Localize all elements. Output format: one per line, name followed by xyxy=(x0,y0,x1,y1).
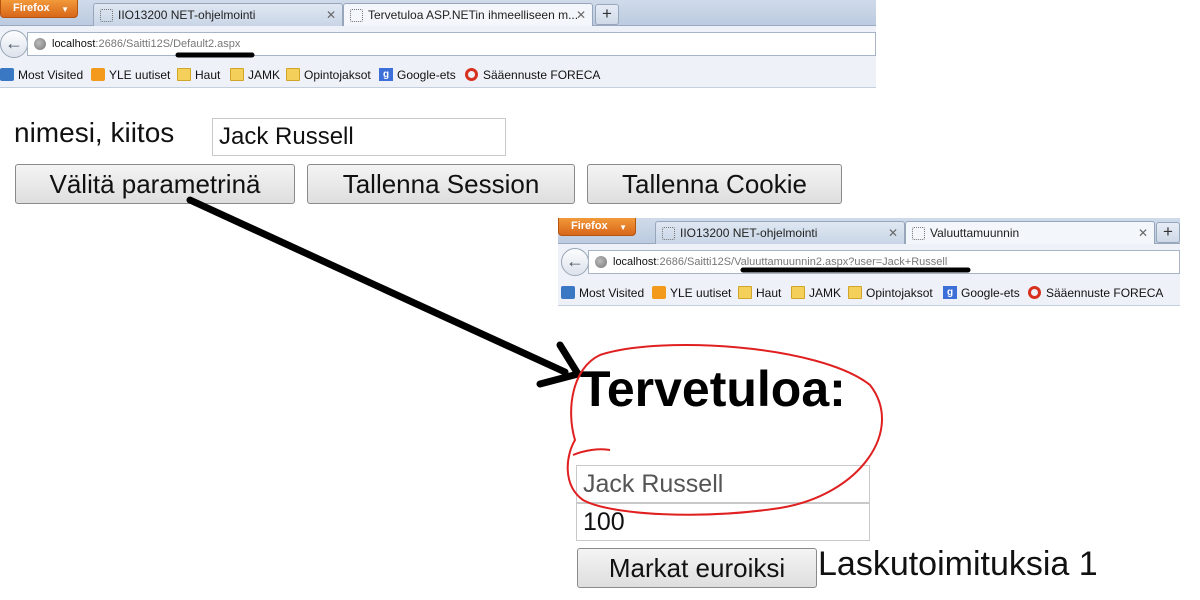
google-icon: g xyxy=(943,286,957,299)
navigation-bar: ← localhost:2686/Saitti12S/Valuuttamuunn… xyxy=(558,244,1180,279)
bookmark-foreca[interactable]: Sääennuste FORECA xyxy=(1028,285,1163,301)
back-arrow-icon[interactable]: ← xyxy=(561,248,589,276)
bookmark-jamk[interactable]: JAMK xyxy=(791,285,841,301)
calculation-count: Laskutoimituksia 1 xyxy=(818,545,1098,583)
tab-strip: Firefox ▼ IIO13200 NET-ohjelmointi ✕ Terv… xyxy=(0,0,876,27)
bookmark-jamk[interactable]: JAMK xyxy=(230,67,280,83)
navigation-bar: ← localhost:2686/Saitti12S/Default2.aspx xyxy=(0,26,876,61)
google-icon: g xyxy=(379,68,393,81)
tab-title: Tervetuloa ASP.NETin ihmeelliseen m... xyxy=(368,8,579,22)
tab-net-ohjelmointi[interactable]: IIO13200 NET-ohjelmointi ✕ xyxy=(93,3,343,26)
new-tab-button[interactable]: + xyxy=(1156,222,1180,243)
bookmark-most-visited[interactable]: Most Visited xyxy=(561,285,644,301)
pass-parameter-button[interactable]: Välitä parametrinä xyxy=(15,164,295,204)
close-icon[interactable]: ✕ xyxy=(576,4,586,26)
close-icon[interactable]: ✕ xyxy=(888,222,898,244)
bookmark-haut[interactable]: Haut xyxy=(177,67,220,83)
bookmark-yle[interactable]: YLE uutiset xyxy=(652,285,731,301)
browser-window-default2: Firefox ▼ IIO13200 NET-ohjelmointi ✕ Terv… xyxy=(0,0,876,90)
name-input[interactable]: Jack Russell xyxy=(212,118,506,156)
tab-title: IIO13200 NET-ohjelmointi xyxy=(118,8,256,22)
most-visited-icon xyxy=(0,68,14,81)
bookmark-foreca[interactable]: Sääennuste FORECA xyxy=(465,67,600,83)
globe-icon xyxy=(34,38,46,50)
bookmark-google-ets[interactable]: g Google-ets xyxy=(943,285,1020,301)
foreca-icon xyxy=(1028,286,1041,299)
bookmark-haut[interactable]: Haut xyxy=(738,285,781,301)
url-bar[interactable]: localhost:2686/Saitti12S/Default2.aspx xyxy=(27,32,876,56)
page-icon xyxy=(100,9,113,22)
bookmark-opintojaksot[interactable]: Opintojaksot xyxy=(286,67,371,83)
url-bar[interactable]: localhost:2686/Saitti12S/Valuuttamuunnin… xyxy=(588,250,1180,274)
welcome-heading: Tervetuloa: xyxy=(580,361,846,417)
tab-title: IIO13200 NET-ohjelmointi xyxy=(680,226,818,240)
folder-icon xyxy=(230,68,244,81)
page-icon xyxy=(662,227,675,240)
chevron-down-icon: ▼ xyxy=(61,5,69,14)
convert-button[interactable]: Markat euroiksi xyxy=(577,548,817,588)
folder-icon xyxy=(738,286,752,299)
firefox-menu-button[interactable]: Firefox ▼ xyxy=(0,0,78,18)
name-label: nimesi, kiitos xyxy=(14,117,175,148)
tab-net-ohjelmointi[interactable]: IIO13200 NET-ohjelmointi ✕ xyxy=(655,221,905,244)
rss-icon xyxy=(91,68,105,81)
new-tab-button[interactable]: + xyxy=(595,4,619,25)
chevron-down-icon: ▼ xyxy=(619,223,627,232)
firefox-menu-button[interactable]: Firefox ▼ xyxy=(558,218,636,236)
folder-icon xyxy=(286,68,300,81)
bookmark-yle[interactable]: YLE uutiset xyxy=(91,67,170,83)
arrowhead-annotation xyxy=(536,341,582,388)
bookmarks-toolbar: Most Visited YLE uutiset Haut JAMK Opint… xyxy=(0,61,876,88)
folder-icon xyxy=(848,286,862,299)
amount-field[interactable]: 100 xyxy=(576,503,870,541)
circle-annotation xyxy=(572,448,611,456)
browser-window-valuuttamuunnin: Firefox ▼ IIO13200 NET-ohjelmointi ✕ Valu… xyxy=(558,218,1180,308)
bookmarks-toolbar: Most Visited YLE uutiset Haut JAMK Opint… xyxy=(558,279,1180,306)
back-arrow-icon[interactable]: ← xyxy=(0,30,28,58)
foreca-icon xyxy=(465,68,478,81)
bookmark-most-visited[interactable]: Most Visited xyxy=(0,67,83,83)
close-icon[interactable]: ✕ xyxy=(1138,222,1148,244)
page-icon xyxy=(912,227,925,240)
tab-title: Valuuttamuunnin xyxy=(930,226,1020,240)
bookmark-google-ets[interactable]: g Google-ets xyxy=(379,67,456,83)
folder-icon xyxy=(791,286,805,299)
page-icon xyxy=(350,9,363,22)
arrow-annotation xyxy=(186,196,569,376)
rss-icon xyxy=(652,286,666,299)
bookmark-opintojaksot[interactable]: Opintojaksot xyxy=(848,285,933,301)
tab-valuuttamuunnin[interactable]: Valuuttamuunnin ✕ xyxy=(905,221,1155,245)
tab-tervetuloa[interactable]: Tervetuloa ASP.NETin ihmeelliseen m... ✕ xyxy=(343,3,593,27)
globe-icon xyxy=(595,256,607,268)
user-name-field[interactable]: Jack Russell xyxy=(576,465,870,503)
most-visited-icon xyxy=(561,286,575,299)
save-session-button[interactable]: Tallenna Session xyxy=(307,164,575,204)
folder-icon xyxy=(177,68,191,81)
tab-strip: Firefox ▼ IIO13200 NET-ohjelmointi ✕ Valu… xyxy=(558,218,1180,245)
close-icon[interactable]: ✕ xyxy=(326,4,336,26)
save-cookie-button[interactable]: Tallenna Cookie xyxy=(587,164,842,204)
